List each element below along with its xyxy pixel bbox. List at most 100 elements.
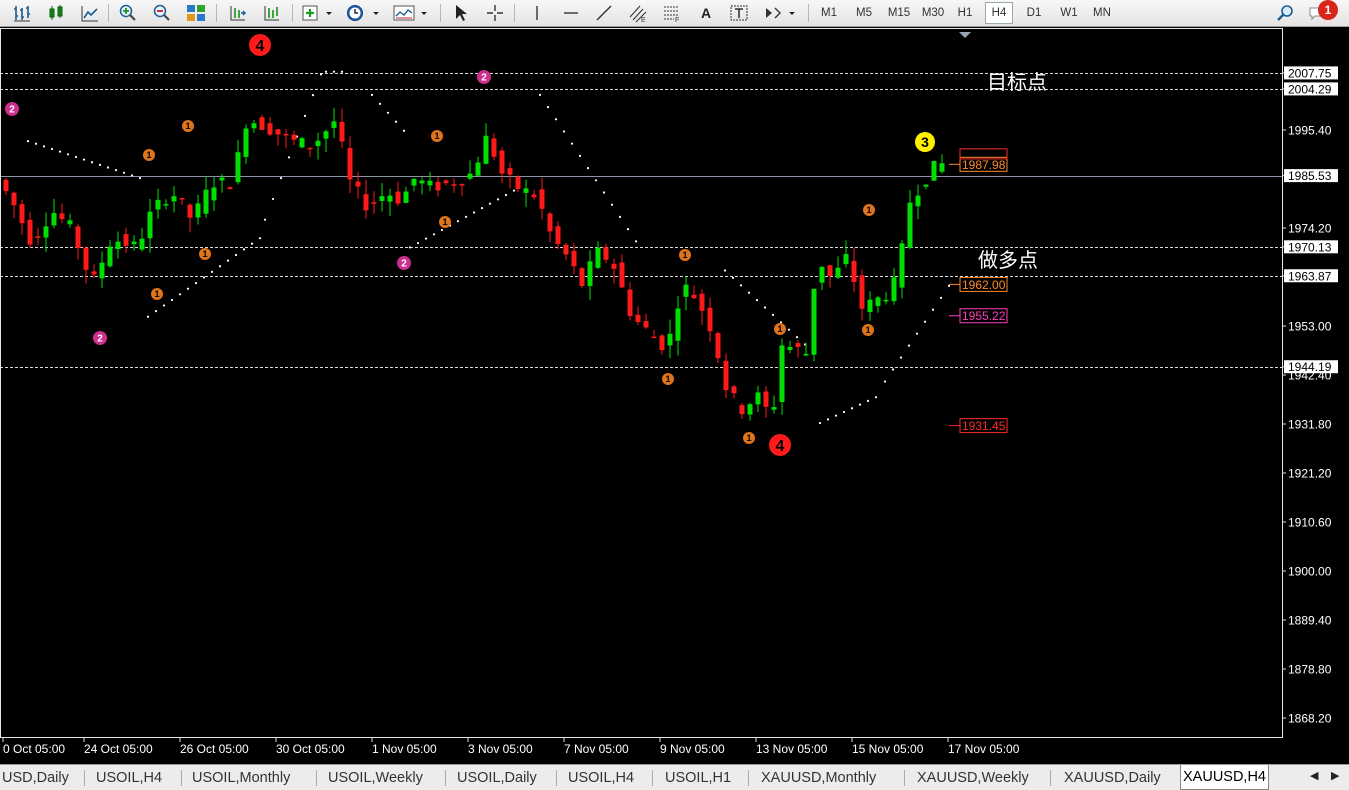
candle-body xyxy=(915,195,921,207)
sar-dot xyxy=(866,399,870,402)
arrows-menu-icon[interactable] xyxy=(762,2,798,24)
candle-body xyxy=(115,241,121,250)
timeframe-m5-button[interactable]: M5 xyxy=(850,2,878,24)
text-label-icon[interactable] xyxy=(728,2,750,24)
tab-usoil-monthly[interactable]: USOIL,Monthly xyxy=(190,767,292,789)
tab-usoil-weekly[interactable]: USOIL,Weekly xyxy=(326,767,425,789)
count-marker-1-label: 1 xyxy=(154,289,159,299)
horizontal-line-icon[interactable] xyxy=(560,2,582,24)
price-axis-label: 1889.40 xyxy=(1288,614,1332,628)
candle-body xyxy=(659,335,665,351)
tab-usoil-h1[interactable]: USOIL,H1 xyxy=(663,767,733,789)
tile-windows-icon[interactable] xyxy=(184,2,208,24)
sar-dot xyxy=(311,94,315,97)
timeframe-mn-button[interactable]: MN xyxy=(1088,2,1116,24)
sar-dot xyxy=(370,93,374,96)
candle-body xyxy=(531,194,537,198)
time-axis-label: 17 Nov 05:00 xyxy=(948,742,1020,756)
timeframe-h4-button[interactable]: H4 xyxy=(985,2,1013,24)
count-marker-1-label: 1 xyxy=(777,324,782,334)
tab-xauusd-daily[interactable]: XAUUSD,Daily xyxy=(1062,767,1163,789)
chart-canvas[interactable]: 4 4 3 2 2 2 2 1 1 1 1 1 1 1 1 1 1 1 1 2007.75 2004.29 1995.4… xyxy=(0,28,1349,764)
tab-xauusd-weekly[interactable]: XAUUSD,Weekly xyxy=(915,767,1031,789)
equidistant-channel-icon[interactable]: E xyxy=(626,2,650,24)
chart-shift-icon[interactable] xyxy=(226,2,250,24)
price-axis-label: 1995.40 xyxy=(1288,124,1332,138)
sar-dot xyxy=(194,281,198,285)
bar-chart-icon[interactable] xyxy=(10,2,34,24)
candle-body xyxy=(803,353,809,356)
candlestick-icon[interactable] xyxy=(44,2,68,24)
sar-dot xyxy=(424,237,428,240)
sar-dot xyxy=(939,296,943,299)
sar-dot xyxy=(42,145,46,148)
candle-body xyxy=(243,128,249,157)
candle-body xyxy=(787,347,793,350)
zoom-out-icon[interactable] xyxy=(150,2,174,24)
candle-body xyxy=(907,202,913,248)
candle-body xyxy=(379,196,385,201)
timeframe-m1-button[interactable]: M1 xyxy=(816,2,842,24)
vertical-line-icon[interactable] xyxy=(526,2,548,24)
crosshair-icon[interactable] xyxy=(484,2,506,24)
sar-dot xyxy=(842,410,846,414)
sar-dot xyxy=(883,380,887,383)
candle-body xyxy=(227,187,233,190)
timeframe-h1-button[interactable]: H1 xyxy=(952,2,978,24)
notification-badge[interactable]: 1 xyxy=(1318,0,1338,20)
candle-body xyxy=(691,294,697,299)
sar-dot xyxy=(242,248,246,251)
candle-body xyxy=(771,407,777,410)
trendline-icon[interactable] xyxy=(593,2,615,24)
timeframe-m30-button[interactable]: M30 xyxy=(917,2,949,24)
candle-body xyxy=(571,250,577,267)
periods-clock-icon[interactable] xyxy=(344,2,384,24)
sar-dot xyxy=(512,189,516,192)
candle-body xyxy=(755,392,761,405)
candle-body xyxy=(131,241,137,245)
tab-scroll-left-icon[interactable]: ◀ xyxy=(1310,769,1318,782)
timeframe-d1-button[interactable]: D1 xyxy=(1020,2,1048,24)
sar-dot xyxy=(218,265,222,268)
level-box-label: 1955.22 xyxy=(962,309,1006,323)
candle-body xyxy=(147,211,153,239)
tab-usoil-h4[interactable]: USOIL,H4 xyxy=(94,767,164,789)
sar-dot xyxy=(626,228,630,231)
candle-body xyxy=(419,180,425,184)
tab-xauusd-h4[interactable]: XAUUSD,H4 xyxy=(1180,765,1269,790)
candle-body xyxy=(891,277,897,302)
time-axis-label: 7 Nov 05:00 xyxy=(564,742,629,756)
price-chart[interactable]: 4 4 3 2 2 2 2 1 1 1 1 1 1 1 1 1 1 1 1 2007.75 2004.29 1995.4… xyxy=(0,28,1349,764)
price-axis-label: 1900.00 xyxy=(1288,565,1332,579)
sar-dot xyxy=(98,163,102,166)
tab-xauusd-monthly[interactable]: XAUUSD,Monthly xyxy=(759,767,878,789)
candle-body xyxy=(275,129,281,135)
candle-body xyxy=(139,238,145,250)
candle-body xyxy=(299,138,305,148)
tab-usoil-daily[interactable]: USOIL,Daily xyxy=(455,767,539,789)
search-icon[interactable] xyxy=(1274,2,1296,24)
zoom-in-icon[interactable] xyxy=(116,2,140,24)
auto-scroll-icon[interactable] xyxy=(260,2,284,24)
tab-usoil-h4-2[interactable]: USOIL,H4 xyxy=(566,767,636,789)
tab-scroll-right-icon[interactable]: ▶ xyxy=(1331,769,1339,782)
price-axis-label: 1974.20 xyxy=(1288,222,1332,236)
indicators-menu-icon[interactable] xyxy=(300,2,336,24)
sar-dot xyxy=(386,111,390,114)
cursor-arrow-icon[interactable] xyxy=(450,2,472,24)
sar-dot xyxy=(66,153,70,156)
candle-body xyxy=(331,121,337,128)
sar-dot xyxy=(106,166,110,169)
line-chart-icon[interactable] xyxy=(78,2,102,24)
sar-dot xyxy=(432,233,436,236)
candle-body xyxy=(443,180,449,184)
sar-dot xyxy=(858,403,862,406)
candle-body xyxy=(763,391,769,407)
time-axis-label: 24 Oct 05:00 xyxy=(84,742,153,756)
fibonacci-icon[interactable]: F xyxy=(660,2,684,24)
timeframe-m15-button[interactable]: M15 xyxy=(883,2,915,24)
templates-menu-icon[interactable] xyxy=(392,2,432,24)
tab-usd-daily[interactable]: USD,Daily xyxy=(0,767,71,789)
text-tool-button[interactable]: A xyxy=(696,2,716,24)
timeframe-w1-button[interactable]: W1 xyxy=(1055,2,1083,24)
